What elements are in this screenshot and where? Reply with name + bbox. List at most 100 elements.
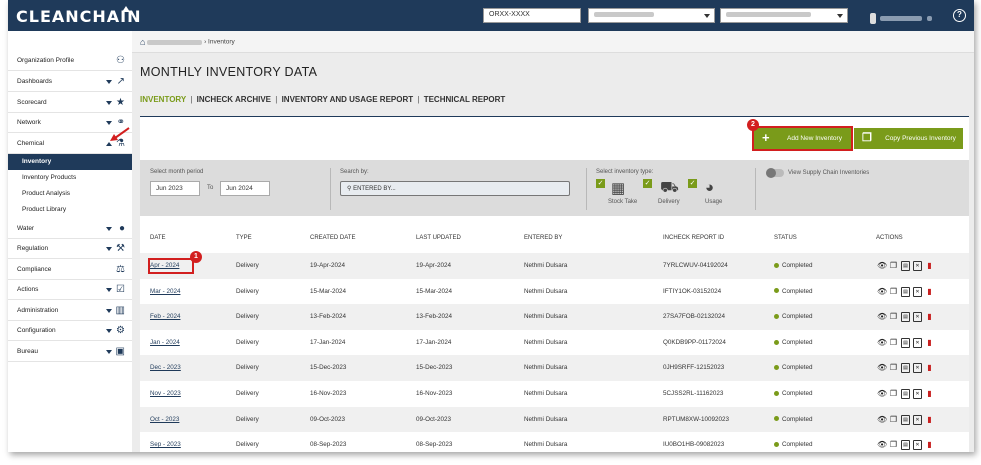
type-cell: Delivery: [236, 415, 259, 423]
excel-icon[interactable]: ✕: [913, 261, 922, 271]
sidebar-item-bureau[interactable]: Bureau ▣: [8, 342, 132, 362]
trash-icon[interactable]: ▮: [925, 363, 934, 373]
pdf-icon[interactable]: ▤: [901, 389, 910, 399]
help-icon[interactable]: ?: [953, 9, 966, 22]
excel-icon[interactable]: ✕: [913, 312, 922, 323]
month-from-input[interactable]: Jun 2023: [150, 181, 200, 196]
type-cell: Delivery: [236, 262, 259, 269]
excel-icon[interactable]: ✕: [913, 337, 922, 348]
last-updated-cell: 17-Jan-2024: [416, 338, 452, 346]
status-badge: Completed: [774, 279, 812, 305]
copy-previous-inventory-button[interactable]: ❐ Copy Previous Inventory: [854, 128, 963, 149]
sidebar-item-regulation[interactable]: Regulation ⚒: [8, 239, 132, 259]
supply-chain-toggle[interactable]: [766, 168, 784, 178]
inventory-date-link[interactable]: Nov - 2023: [150, 381, 181, 407]
tab-inventory[interactable]: INVENTORY: [140, 95, 186, 104]
copy-icon[interactable]: ❐: [889, 312, 898, 322]
view-eye-icon[interactable]: 👁: [877, 389, 887, 399]
sidebar-sub-product-library[interactable]: Product Library: [8, 202, 132, 218]
pdf-icon[interactable]: ▤: [901, 261, 910, 271]
chevron-down-icon: [106, 329, 112, 333]
user-menu[interactable]: [870, 10, 940, 25]
delivery-checkbox[interactable]: ✓: [643, 179, 652, 188]
pdf-icon[interactable]: ▤: [901, 414, 910, 425]
pdf-icon[interactable]: ▤: [901, 337, 910, 348]
report-id-cell: 0JH9SRFF-12152023: [663, 364, 725, 372]
view-eye-icon[interactable]: 👁: [877, 440, 887, 450]
stock-take-checkbox[interactable]: ✓: [596, 179, 605, 188]
inventory-date-link[interactable]: Sep - 2023: [150, 432, 181, 452]
home-icon[interactable]: ⌂: [140, 37, 145, 47]
table-row: Feb - 2024 Delivery 13-Feb-2024 13-Feb-2024…: [140, 304, 969, 330]
pdf-icon[interactable]: ▤: [901, 286, 910, 297]
report-id-cell: IFTIY1OK-03152024: [663, 287, 722, 295]
view-eye-icon[interactable]: 👁: [877, 363, 887, 373]
view-eye-icon[interactable]: 👁: [877, 415, 887, 425]
excel-icon[interactable]: ✕: [913, 440, 922, 451]
account-select[interactable]: [720, 8, 848, 23]
search-input[interactable]: ⚲ ENTERED BY...: [340, 181, 570, 196]
inventory-date-link[interactable]: Feb - 2024: [150, 304, 180, 330]
inventory-date-link[interactable]: Mar - 2024: [150, 279, 180, 305]
sidebar-item-administration[interactable]: Administration ▥: [8, 301, 132, 321]
sidebar-sub-inventory-products[interactable]: Inventory Products: [8, 170, 132, 186]
table-row: Apr - 2024 Delivery 19-Apr-2024 19-Apr-2024…: [140, 253, 969, 279]
chevron-down-icon: [106, 350, 112, 354]
excel-icon[interactable]: ✕: [913, 363, 922, 374]
pdf-icon[interactable]: ▤: [901, 312, 910, 323]
annotation-badge-2: 2: [747, 119, 759, 131]
view-eye-icon[interactable]: 👁: [877, 287, 887, 297]
pdf-icon[interactable]: ▤: [901, 440, 910, 451]
view-eye-icon[interactable]: 👁: [877, 312, 887, 322]
table-header: DATE TYPE CREATED DATE LAST UPDATED ENTE…: [150, 235, 903, 241]
facility-select[interactable]: [588, 8, 715, 23]
top-bar: CLEANCHAIN ORXX-XXXX ?: [8, 0, 974, 31]
tab-technical-report[interactable]: TECHNICAL REPORT: [424, 95, 506, 104]
trash-icon[interactable]: ▮: [925, 287, 934, 297]
last-updated-cell: 09-Oct-2023: [416, 415, 452, 423]
sidebar-item-water[interactable]: Water ●: [8, 219, 132, 239]
trash-icon[interactable]: ▮: [925, 312, 934, 322]
inventory-date-link[interactable]: Dec - 2023: [150, 355, 181, 381]
trash-icon[interactable]: ▮: [925, 440, 934, 450]
usage-checkbox[interactable]: ✓: [688, 179, 697, 188]
month-to-input[interactable]: Jun 2024: [220, 181, 270, 196]
copy-icon[interactable]: ❐: [889, 440, 898, 450]
excel-icon[interactable]: ✕: [913, 389, 922, 399]
sidebar-sub-inventory[interactable]: Inventory: [8, 154, 132, 170]
excel-icon[interactable]: ✕: [913, 286, 922, 297]
sidebar-item-configuration[interactable]: Configuration ⚙: [8, 321, 132, 341]
briefcase-icon: ▣: [115, 346, 125, 357]
sidebar-sub-product-analysis[interactable]: Product Analysis: [8, 186, 132, 202]
trash-icon[interactable]: ▮: [925, 261, 934, 271]
excel-icon[interactable]: ✕: [913, 414, 922, 425]
sidebar-item-compliance[interactable]: Compliance ⚖: [8, 260, 132, 280]
view-eye-icon[interactable]: 👁: [877, 261, 887, 271]
copy-icon[interactable]: ❐: [889, 287, 898, 297]
copy-icon[interactable]: ❐: [889, 389, 898, 399]
copy-icon[interactable]: ❐: [889, 363, 898, 373]
entered-by-cell: Nethmi Dulsara: [524, 441, 568, 449]
inventory-date-link[interactable]: Oct - 2023: [150, 407, 179, 433]
table-row: Sep - 2023 Delivery 08-Sep-2023 08-Sep-2023…: [140, 432, 969, 452]
tab-inventory-usage-report[interactable]: INVENTORY AND USAGE REPORT: [282, 95, 414, 104]
sidebar-item-dashboards[interactable]: Dashboards ↗: [8, 72, 132, 92]
annotation-highlight: [148, 258, 194, 274]
copy-icon[interactable]: ❐: [889, 261, 898, 271]
trash-icon[interactable]: ▮: [925, 389, 934, 399]
copy-icon[interactable]: ❐: [889, 415, 898, 425]
sidebar-item-organization-profile[interactable]: Organization Profile ⚇: [8, 51, 132, 71]
pdf-icon[interactable]: ▤: [901, 363, 910, 374]
gavel-icon: ⚒: [116, 243, 125, 254]
trash-icon[interactable]: ▮: [925, 338, 934, 348]
sidebar-item-actions[interactable]: Actions ☑: [8, 280, 132, 300]
copy-icon[interactable]: ❐: [889, 338, 898, 348]
tab-incheck-archive[interactable]: INCHECK ARCHIVE: [197, 95, 271, 104]
type-cell: Delivery: [236, 313, 259, 321]
sidebar-item-scorecard[interactable]: Scorecard ★: [8, 93, 132, 113]
trash-icon[interactable]: ▮: [925, 415, 934, 425]
inventory-date-link[interactable]: Jan - 2024: [150, 330, 180, 356]
view-eye-icon[interactable]: 👁: [877, 338, 887, 348]
organization-id-input[interactable]: ORXX-XXXX: [483, 8, 581, 23]
annotation-badge-1: 1: [190, 251, 202, 263]
